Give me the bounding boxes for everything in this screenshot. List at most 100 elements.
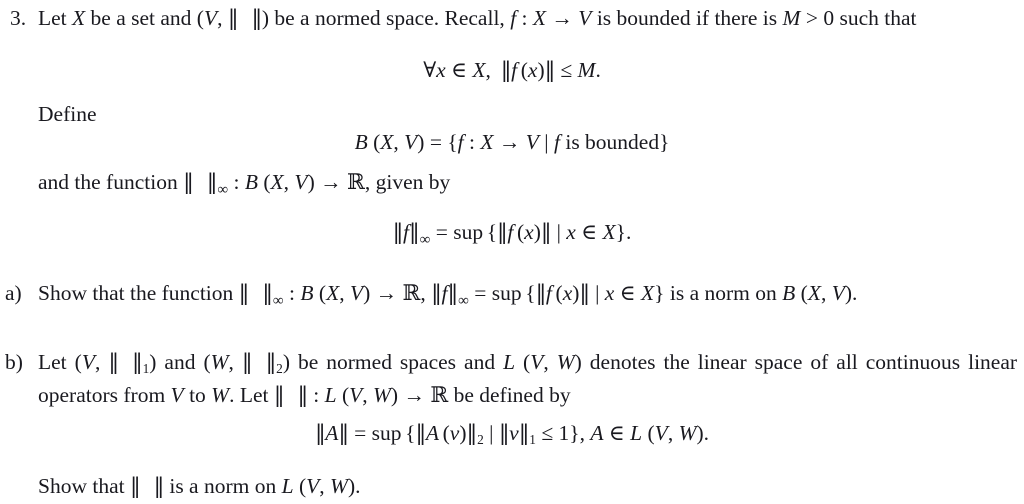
eq3-eq: = <box>430 220 454 244</box>
eq1-func: f <box>511 58 518 82</box>
final-period: . <box>355 474 361 498</box>
domain-X: X <box>532 6 547 30</box>
eq4-L: L <box>630 421 643 445</box>
equation-operator-norm-definition: ‖A‖ = sup {‖A (v)‖2 | ‖v‖1 ≤ 1}, A ∈ L (V,… <box>0 417 1024 450</box>
eq3-sup: sup <box>453 220 484 244</box>
a-open: ( <box>313 281 327 305</box>
eq1-comma: , <box>485 58 491 82</box>
b-text-4: . Let <box>229 383 274 407</box>
a-sup: sup <box>491 281 522 305</box>
eq3-inner-norm-open: ‖ <box>497 220 508 245</box>
final-LW: W <box>330 474 348 498</box>
b-reals-symbol: ℝ <box>430 383 449 408</box>
eq1-le: ≤ <box>554 58 578 82</box>
b-LV: V <box>530 350 544 374</box>
equation-sup-norm-definition: ‖f‖∞ = sup {‖f (x)‖ | x ∈ X}. <box>0 216 1024 249</box>
fn-open: ( <box>257 170 271 194</box>
eq2-eq: = <box>424 130 448 154</box>
b-to-text: to <box>183 383 212 407</box>
b-LW2: W <box>373 383 391 407</box>
a-X2: X <box>807 281 821 305</box>
a-V: V <box>349 281 364 305</box>
fn-V: V <box>294 170 308 194</box>
eq4-one: 1 <box>558 421 570 445</box>
b-L: L <box>503 350 516 374</box>
eq1-in: ∈ <box>445 58 473 82</box>
eq3-set-X: X <box>602 220 616 244</box>
arrow-icon: → <box>546 6 579 30</box>
norm-close-icon: ‖ <box>251 6 263 31</box>
a-arrow-icon: → <box>370 281 403 305</box>
eq2-dom: X <box>480 130 494 154</box>
eq3-norm-open: ‖ <box>392 220 404 245</box>
problem-number: 3. <box>10 6 27 30</box>
a-infinity-subscript-2: ∞ <box>458 293 469 310</box>
b-colon: : <box>307 383 325 407</box>
eq4-vnorm-open: ‖ <box>498 421 510 446</box>
b-from-V: V <box>170 383 184 407</box>
eq4-eq: = <box>348 421 372 445</box>
eq4-norm-open: ‖ <box>314 421 326 446</box>
a-reals-symbol: ℝ <box>402 281 421 306</box>
b-norm1-close: ‖ <box>131 350 143 375</box>
eq2-B: B <box>354 130 368 154</box>
a-inner-norm-close: ‖ <box>579 281 590 306</box>
eq3-brace-open: { <box>486 220 498 244</box>
eq4-brace-open: { <box>405 421 416 445</box>
document-page: 3. Let X be a set and (V, ‖ ‖) be a norme… <box>0 0 1024 504</box>
intro-text-3: ) be a normed space. Recall, <box>261 6 511 30</box>
eq4-lopen: ( <box>642 421 655 445</box>
eq2-V: V <box>404 130 418 154</box>
a-arg: x <box>562 281 573 305</box>
a-norm-close: ‖ <box>262 281 273 306</box>
a-V2: V <box>831 281 845 305</box>
a-inner-norm-open: ‖ <box>535 281 547 306</box>
b-lopen: ( <box>515 350 531 374</box>
a-period: . <box>852 281 858 305</box>
b-subscript-2: 2 <box>276 360 283 376</box>
problem-intro-text: Let X be a set and (V, ‖ ‖) be a normed s… <box>38 2 1015 35</box>
b-norm1-open: ‖ <box>108 350 119 375</box>
a-var-x: x <box>604 281 615 305</box>
final-lopen: ( <box>293 474 307 498</box>
norm-open-icon: ‖ <box>227 6 239 31</box>
eq4-arg-open: ( <box>442 421 450 445</box>
eq4-subscript-1: 1 <box>529 431 536 447</box>
b-text-1: Let ( <box>38 350 82 374</box>
a-mid: | <box>589 281 605 305</box>
fn-arrow-icon: → <box>314 170 347 194</box>
problem-3-item: 3. Let X be a set and (V, ‖ ‖) be a norme… <box>10 2 1015 35</box>
b-lclose: ) <box>574 350 582 374</box>
part-b-item: b) Let (V, ‖ ‖1) and (W, ‖ ‖2) be normed s… <box>5 346 1017 412</box>
a-in: ∈ <box>614 281 642 305</box>
eq3-var-x: x <box>566 220 576 244</box>
eq3-func: f <box>507 220 514 244</box>
eq1-arg-open: ( <box>520 58 528 82</box>
eq3-inner-norm-close: ‖ <box>540 220 552 245</box>
eq2-X: X <box>380 130 394 154</box>
a-norm2-open: ‖ <box>431 281 442 306</box>
b-norm3-close: ‖ <box>297 383 309 408</box>
final-text-1: Show that <box>38 474 130 498</box>
a-colon: : <box>283 281 301 305</box>
a-arg-open: ( <box>555 281 563 305</box>
eq4-LV: V <box>654 421 668 445</box>
eq3-arg-close: ) <box>533 220 541 244</box>
eq4-sup: sup <box>371 421 402 445</box>
eq1-arg-close: ) <box>537 58 545 82</box>
equation-B-set-definition: B (X, V) = {f : X → V | f is bounded} <box>0 126 1024 159</box>
eq4-lclose: ) <box>696 421 704 445</box>
a-text-2: is a norm on <box>664 281 783 305</box>
fn-X: X <box>270 170 284 194</box>
eq2-open: ( <box>367 130 381 154</box>
part-a-marker: a) <box>5 281 22 305</box>
b-to-W: W <box>211 383 230 407</box>
intro-text-4: is bounded if there is <box>591 6 783 30</box>
b-norm3-open: ‖ <box>273 383 285 408</box>
eq4-brace-close: } <box>569 421 580 445</box>
b-V: V <box>81 350 95 374</box>
eq4-A3: A <box>590 421 604 445</box>
eq4-LW: W <box>678 421 697 445</box>
eq4-A2: A <box>425 421 439 445</box>
fn-colon: : <box>228 170 245 194</box>
